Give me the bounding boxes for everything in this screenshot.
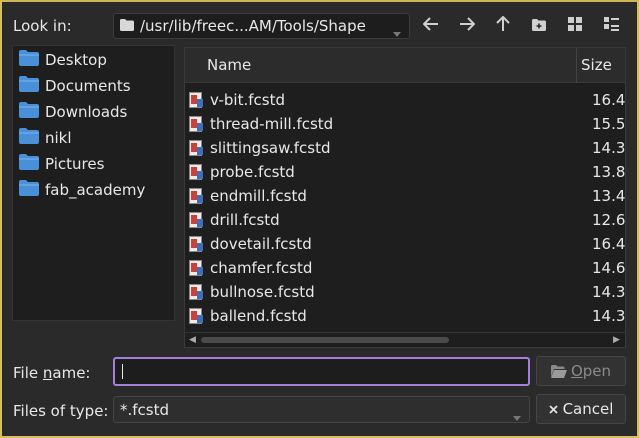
sidebar-item-label: Pictures [45, 155, 105, 173]
file-name: v-bit.fcstd [210, 91, 285, 109]
freecad-file-icon [189, 284, 204, 304]
freecad-file-icon [189, 188, 204, 208]
file-row[interactable]: drill.fcstd 12.65 [185, 208, 625, 232]
file-size: 14.38 [592, 307, 626, 325]
file-size: 13.45 [592, 187, 626, 205]
parent-directory-button[interactable] [491, 14, 515, 38]
file-row[interactable]: dovetail.fcstd 16.48 [185, 232, 625, 256]
file-size: 16.48 [592, 235, 626, 253]
folder-icon [19, 128, 39, 148]
up-arrow-icon [496, 15, 510, 36]
scrollbar-thumb[interactable] [201, 337, 449, 343]
file-row[interactable]: slittingsaw.fcstd 14.37 [185, 136, 625, 160]
cancel-button[interactable]: Cancel [536, 394, 626, 424]
folder-icon [19, 102, 39, 122]
file-row[interactable]: probe.fcstd 13.80 [185, 160, 625, 184]
cancel-label: Cancel [562, 400, 614, 418]
folder-icon [19, 180, 39, 200]
column-header-name[interactable]: Name [207, 56, 251, 74]
column-header-size[interactable]: Size [581, 56, 612, 74]
file-list-header: Name Size [185, 48, 625, 83]
file-size: 12.65 [592, 211, 626, 229]
detail-view-icon [603, 17, 619, 35]
back-button[interactable] [419, 14, 443, 38]
forward-arrow-icon [459, 17, 476, 35]
detail-view-button[interactable] [599, 14, 623, 38]
look-in-label: Look in: [13, 17, 72, 35]
sidebar-item-desktop[interactable]: Desktop [19, 48, 107, 72]
chevron-down-icon [393, 23, 401, 41]
look-in-combobox[interactable]: /usr/lib/freec...AM/Tools/Shape [113, 13, 410, 39]
close-icon [548, 404, 558, 414]
freecad-file-icon [189, 308, 204, 328]
sidebar-item-downloads[interactable]: Downloads [19, 100, 127, 124]
folder-icon [19, 76, 39, 96]
look-in-path: /usr/lib/freec...AM/Tools/Shape [140, 17, 366, 35]
folder-icon [120, 17, 134, 35]
icon-view-button[interactable] [563, 14, 587, 38]
chevron-down-icon [513, 407, 521, 425]
file-row[interactable]: v-bit.fcstd 16.40 [185, 88, 625, 112]
new-folder-icon [532, 17, 546, 35]
freecad-file-icon [189, 164, 204, 184]
sidebar-item-label: Documents [45, 77, 131, 95]
places-sidebar[interactable]: Desktop Documents Downloads nikl Picture… [12, 45, 175, 321]
freecad-file-icon [189, 92, 204, 112]
folder-icon [19, 154, 39, 174]
file-name: slittingsaw.fcstd [210, 139, 331, 157]
file-name: dovetail.fcstd [210, 235, 312, 253]
file-name-input[interactable] [113, 357, 530, 386]
file-row[interactable]: thread-mill.fcstd 15.54 [185, 112, 625, 136]
file-row[interactable]: endmill.fcstd 13.45 [185, 184, 625, 208]
files-of-type-select[interactable]: *.fcstd [113, 396, 530, 423]
icon-view-icon [568, 17, 582, 35]
freecad-file-icon [189, 116, 204, 136]
file-size: 14.65 [592, 259, 626, 277]
file-size: 14.37 [592, 139, 626, 157]
back-arrow-icon [422, 17, 439, 35]
files-of-type-value: *.fcstd [120, 400, 170, 419]
file-size: 14.30 [592, 283, 626, 301]
column-divider [576, 48, 577, 83]
new-folder-button[interactable] [527, 14, 551, 38]
freecad-file-icon [189, 140, 204, 160]
text-caret [122, 364, 123, 379]
open-label: Open [570, 362, 612, 380]
file-name: endmill.fcstd [210, 187, 307, 205]
file-list[interactable]: Name Size v-bit.fcstd 16.40 thread-mill.… [184, 47, 626, 348]
file-name: ballend.fcstd [210, 307, 307, 325]
file-size: 15.54 [592, 115, 626, 133]
sidebar-item-fab-academy[interactable]: fab_academy [19, 178, 145, 202]
sidebar-item-documents[interactable]: Documents [19, 74, 131, 98]
file-row[interactable]: chamfer.fcstd 14.65 [185, 256, 625, 280]
scroll-left-icon[interactable]: ◀ [189, 335, 196, 345]
file-name-label: File name: [13, 364, 91, 382]
scroll-right-icon[interactable]: ▶ [613, 335, 620, 345]
file-name: drill.fcstd [210, 211, 280, 229]
file-name: probe.fcstd [210, 163, 295, 181]
sidebar-item-label: Desktop [45, 51, 107, 69]
sidebar-item-nikl[interactable]: nikl [19, 126, 72, 150]
sidebar-item-label: nikl [45, 129, 72, 147]
file-name: chamfer.fcstd [210, 259, 313, 277]
folder-open-icon [550, 364, 567, 378]
sidebar-item-label: Downloads [45, 103, 128, 121]
file-size: 16.40 [592, 91, 626, 109]
file-row[interactable]: ballend.fcstd 14.38 [185, 304, 625, 328]
forward-button[interactable] [455, 14, 479, 38]
file-row[interactable]: bullnose.fcstd 14.30 [185, 280, 625, 304]
file-size: 13.80 [592, 163, 626, 181]
folder-icon [19, 50, 39, 70]
freecad-file-icon [189, 212, 204, 232]
sidebar-item-pictures[interactable]: Pictures [19, 152, 104, 176]
file-name: bullnose.fcstd [210, 283, 315, 301]
freecad-file-icon [189, 236, 204, 256]
open-button[interactable]: Open [536, 356, 626, 386]
file-name: thread-mill.fcstd [210, 115, 334, 133]
horizontal-scrollbar[interactable]: ◀ ▶ [185, 332, 625, 347]
sidebar-item-label: fab_academy [45, 181, 146, 199]
freecad-file-icon [189, 260, 204, 280]
files-of-type-label: Files of type: [13, 402, 109, 420]
